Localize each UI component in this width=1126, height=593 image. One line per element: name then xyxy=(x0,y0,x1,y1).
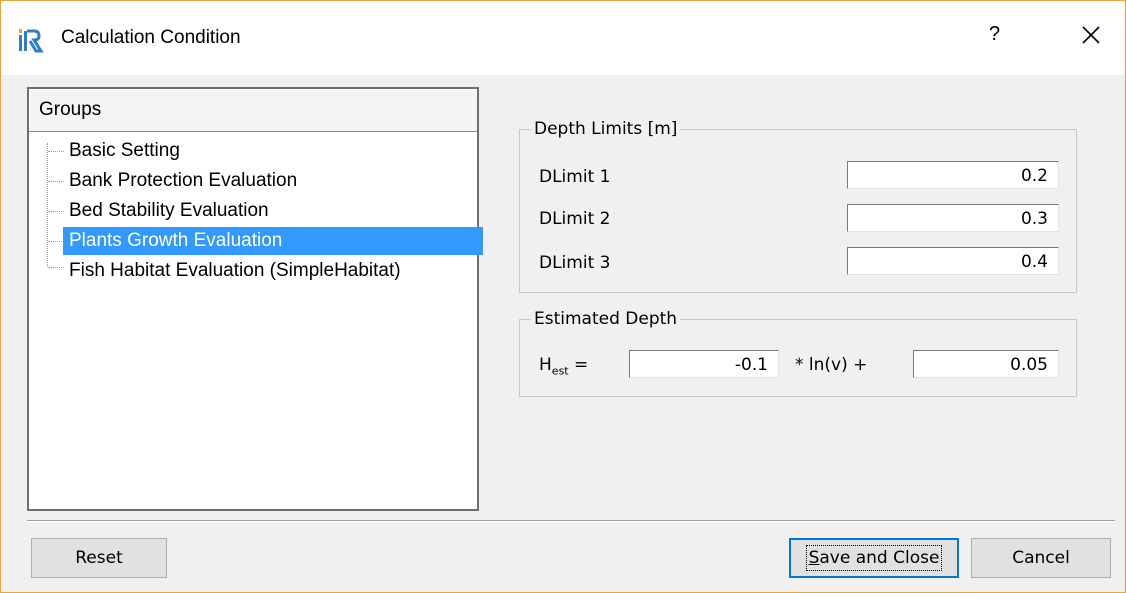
dlimit-1-label: DLimit 1 xyxy=(539,167,611,187)
groups-header-label: Groups xyxy=(39,99,102,120)
cancel-button[interactable]: Cancel xyxy=(971,538,1111,578)
h-est-label: Hest = xyxy=(539,355,589,378)
tree-item-plants-growth[interactable]: Plants Growth Evaluation xyxy=(63,227,483,255)
close-icon[interactable] xyxy=(1077,21,1105,49)
depth-limits-title: Depth Limits [m] xyxy=(531,119,681,139)
tree-connector xyxy=(48,241,64,242)
coefficient-field[interactable]: -0.1 xyxy=(629,350,779,378)
estimated-depth-title: Estimated Depth xyxy=(531,309,681,329)
dlimit-1-field[interactable]: 0.2 xyxy=(847,161,1059,189)
tree-item-fish-habitat[interactable]: Fish Habitat Evaluation (SimpleHabitat) xyxy=(67,257,407,285)
tree-item-bank-protection[interactable]: Bank Protection Evaluation xyxy=(67,167,303,195)
save-and-close-button[interactable]: Save and Close xyxy=(789,538,959,578)
tree-item-bed-stability[interactable]: Bed Stability Evaluation xyxy=(67,197,275,225)
window-title: Calculation Condition xyxy=(61,27,241,48)
tree-connector xyxy=(48,211,64,212)
separator xyxy=(27,520,1115,522)
ln-operator-label: * ln(v) + xyxy=(795,355,868,375)
iric-app-icon xyxy=(19,29,44,53)
groups-tree[interactable]: Groups Basic Setting Bank Protection Eva… xyxy=(27,87,483,511)
tree-item-basic-setting[interactable]: Basic Setting xyxy=(67,137,186,165)
constant-field[interactable]: 0.05 xyxy=(913,350,1059,378)
dlimit-2-field[interactable]: 0.3 xyxy=(847,204,1059,232)
groups-header[interactable]: Groups xyxy=(29,89,477,132)
help-button[interactable]: ? xyxy=(989,23,1000,46)
tree-connector xyxy=(48,181,64,182)
reset-button[interactable]: Reset xyxy=(31,538,167,578)
dlimit-2-label: DLimit 2 xyxy=(539,209,611,229)
dlimit-3-label: DLimit 3 xyxy=(539,253,611,273)
title-bar: Calculation Condition ? xyxy=(1,1,1125,75)
dialog-window: Calculation Condition ? Groups Basic Set… xyxy=(0,0,1126,593)
tree-connector xyxy=(48,151,64,152)
tree-connector xyxy=(47,143,48,267)
dlimit-3-field[interactable]: 0.4 xyxy=(847,247,1059,275)
tree-connector xyxy=(48,267,64,268)
